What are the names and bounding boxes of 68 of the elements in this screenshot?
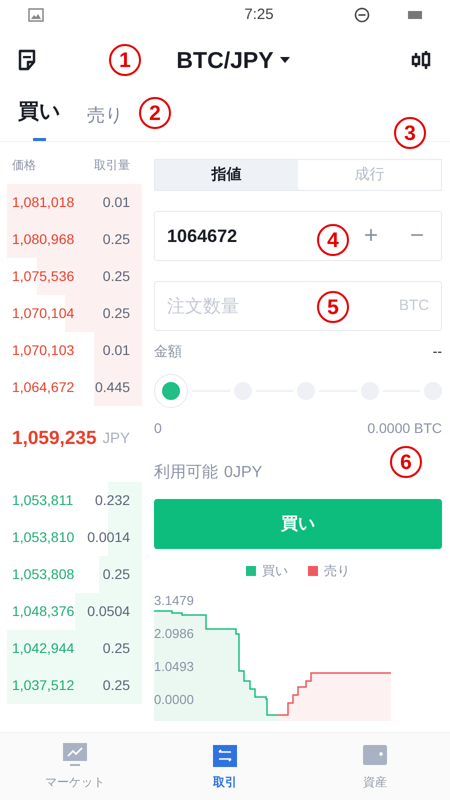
order-type-tab[interactable]: 指値 (155, 160, 298, 190)
buy-button[interactable]: 買い (154, 499, 442, 549)
amount-text: 0.01 (102, 193, 130, 212)
amount-label: 金額 (154, 342, 182, 361)
amount-text: 0.25 (102, 304, 130, 323)
slider-thumb[interactable] (154, 374, 188, 408)
slider-max-label: 0.0000 BTC (367, 419, 442, 438)
price-text: 1,081,018 (12, 193, 74, 212)
price-text: 1,080,968 (12, 230, 74, 249)
amount-value: -- (432, 342, 442, 361)
pair-selector[interactable]: BTC/JPY (176, 42, 290, 78)
tab[interactable]: 買い (18, 96, 61, 141)
unit-label: BTC (399, 296, 430, 316)
price-text: 1,053,811 (12, 491, 74, 510)
price-text: 1,053,810 (12, 528, 74, 547)
minus-button[interactable]: − (405, 222, 430, 250)
plus-button[interactable]: + (359, 222, 384, 250)
do-not-disturb-icon (354, 7, 370, 23)
amount-text: 0.25 (102, 230, 130, 249)
amount-text: 0.25 (102, 267, 130, 286)
price-text: 1,064,672 (12, 378, 74, 397)
price-text: 1,053,808 (12, 565, 74, 584)
column-header: 取引量 (94, 157, 130, 174)
amount-text: 0.25 (102, 565, 130, 584)
caret-icon (280, 57, 290, 63)
annotation-marker: 5 (317, 291, 349, 323)
amount-text: 0.0014 (87, 528, 130, 547)
annotation-marker: 6 (390, 446, 422, 478)
swap-arrows-icon (213, 742, 237, 766)
available-value: 0JPY (224, 463, 262, 483)
price-text: 1,048,376 (12, 602, 74, 621)
nav-tab[interactable]: マーケット (0, 733, 150, 800)
annotation-marker: 1 (109, 44, 141, 76)
amount-text: 0.25 (102, 676, 130, 695)
battery-icon (408, 11, 422, 19)
price-text: 1,070,103 (12, 341, 74, 360)
amount-text: 0.25 (102, 639, 130, 658)
currency-label: JPY (102, 428, 130, 449)
annotation-marker: 3 (394, 117, 426, 149)
image-icon (28, 8, 44, 22)
candlestick-icon[interactable] (410, 49, 432, 71)
legend-label: 売り (324, 562, 350, 580)
amount-text: 0.01 (102, 341, 130, 360)
tab[interactable]: 売り (87, 102, 123, 141)
axis-label: 0.0000 (154, 690, 194, 708)
wallet-icon (363, 742, 387, 766)
annotation-marker: 2 (139, 97, 171, 129)
legend-label: 買い (262, 562, 288, 580)
price-text: 1,037,512 (12, 676, 74, 695)
nav-tab[interactable]: 取引 (150, 733, 300, 800)
price-text: 1,075,536 (12, 267, 74, 286)
amount-text: 0.0504 (87, 602, 130, 621)
price-text: 1,042,944 (12, 639, 74, 658)
annotation-marker: 4 (317, 224, 349, 256)
amount-text: 0.445 (95, 378, 130, 397)
column-header: 価格 (12, 157, 36, 174)
available-label: 利用可能 (154, 462, 218, 483)
slider-min-label: 0 (154, 419, 162, 438)
nav-tab[interactable]: 資産 (300, 733, 450, 800)
axis-label: 2.0986 (154, 624, 194, 642)
last-price: 1,059,235 (12, 426, 97, 451)
status-time: 7:25 (244, 4, 274, 25)
axis-label: 3.1479 (154, 592, 194, 610)
price-text: 1,070,104 (12, 304, 74, 323)
monitor-chart-icon (63, 742, 87, 766)
amount-text: 0.232 (95, 491, 130, 510)
axis-label: 1.0493 (154, 658, 194, 676)
note-icon[interactable] (18, 49, 36, 71)
